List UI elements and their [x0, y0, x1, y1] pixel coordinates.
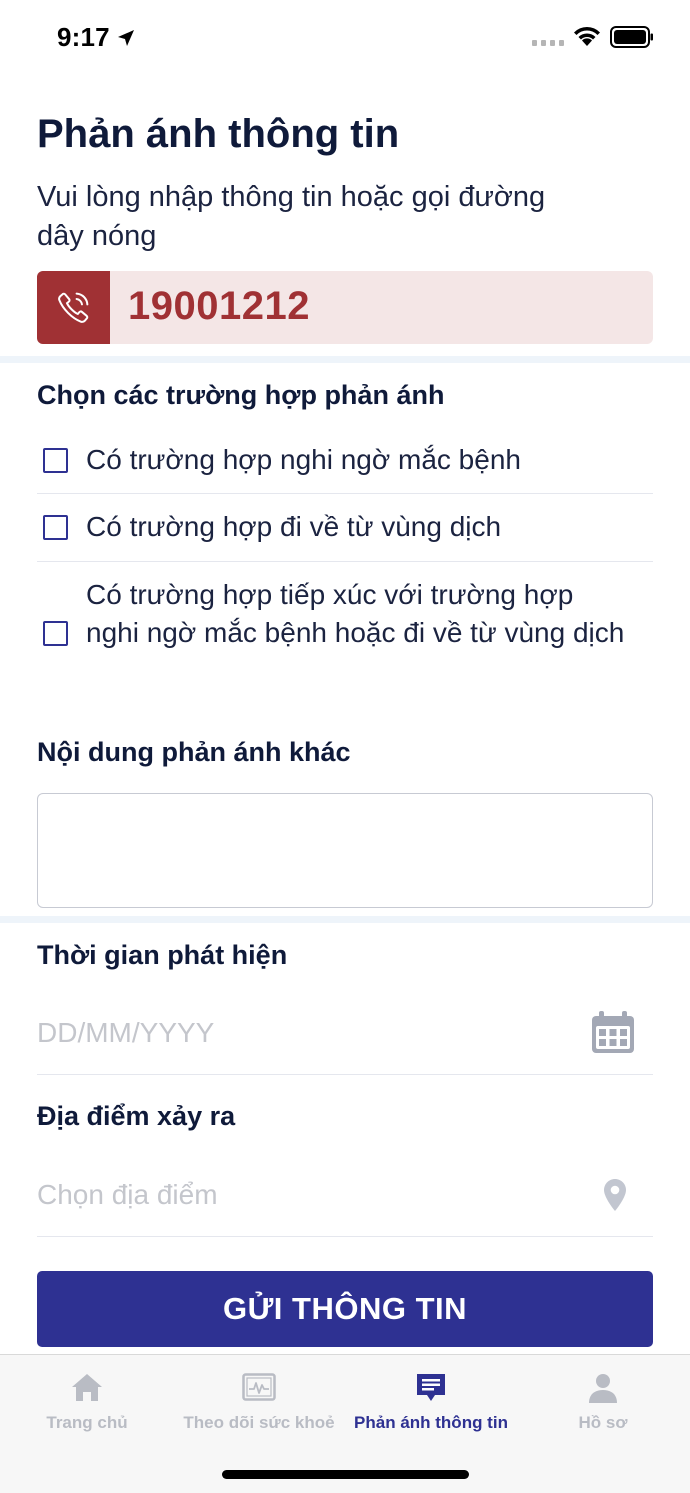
detection-date-field[interactable]: DD/MM/YYYY [37, 995, 653, 1075]
location-field[interactable]: Chọn địa điểm [37, 1157, 653, 1237]
page-title: Phản ánh thông tin [37, 112, 400, 156]
case-option-label: Có trường hợp đi về từ vùng dịch [86, 511, 502, 542]
tab-label: Trang chủ [46, 1413, 128, 1432]
location-arrow-icon [118, 30, 134, 46]
hotline-button[interactable]: 19001212 [37, 271, 653, 344]
date-placeholder: DD/MM/YYYY [37, 1017, 215, 1048]
tab-label: Theo dõi sức khoẻ [183, 1413, 335, 1432]
case-option-label: Có trường hợp tiếp xúc với trường hợp ng… [86, 579, 625, 648]
case-option-contact[interactable]: Có trường hợp tiếp xúc với trường hợp ng… [37, 562, 653, 702]
location-label: Địa điểm xảy ra [37, 1101, 236, 1131]
battery-icon [610, 26, 653, 48]
cases-section-label: Chọn các trường hợp phản ánh [37, 380, 445, 410]
home-icon [72, 1374, 102, 1401]
tab-home[interactable]: Trang chủ [1, 1355, 173, 1455]
status-time: 9:17 [57, 22, 110, 52]
tab-profile[interactable]: Hồ sơ [517, 1355, 689, 1455]
hotline-number: 19001212 [128, 284, 310, 328]
hotline-icon-box [37, 271, 110, 344]
health-monitor-icon [242, 1373, 276, 1401]
wifi-icon [574, 26, 600, 46]
profile-icon [589, 1374, 617, 1403]
phone-icon [58, 292, 89, 323]
other-content-label: Nội dung phản ánh khác [37, 737, 351, 767]
location-pin-icon[interactable] [603, 1178, 627, 1212]
location-placeholder: Chọn địa điểm [37, 1179, 218, 1210]
detection-time-label: Thời gian phát hiện [37, 940, 288, 970]
page-subtitle: Vui lòng nhập thông tin hoặc gọi đường d… [37, 181, 546, 252]
other-content-textarea[interactable] [37, 793, 653, 908]
checkbox[interactable] [43, 448, 68, 473]
section-divider [0, 916, 690, 923]
submit-button[interactable]: GỬI THÔNG TIN [37, 1271, 653, 1347]
section-divider [0, 356, 690, 363]
message-icon [417, 1374, 445, 1401]
checkbox[interactable] [43, 621, 68, 646]
tab-health-monitoring[interactable]: Theo dõi sức khoẻ [173, 1355, 345, 1455]
tab-label: Phản ánh thông tin [354, 1413, 508, 1432]
case-option-label: Có trường hợp nghi ngờ mắc bệnh [86, 444, 521, 475]
status-bar: 9:17 [0, 0, 690, 76]
case-option-epidemic-area[interactable]: Có trường hợp đi về từ vùng dịch [37, 494, 653, 562]
case-option-suspected[interactable]: Có trường hợp nghi ngờ mắc bệnh [37, 428, 653, 494]
tab-report-info[interactable]: Phản ánh thông tin [345, 1355, 517, 1455]
home-indicator [222, 1470, 469, 1479]
checkbox[interactable] [43, 515, 68, 540]
tab-label: Hồ sơ [578, 1413, 628, 1432]
calendar-icon[interactable] [590, 1010, 636, 1056]
cellular-signal-icon [532, 40, 564, 46]
